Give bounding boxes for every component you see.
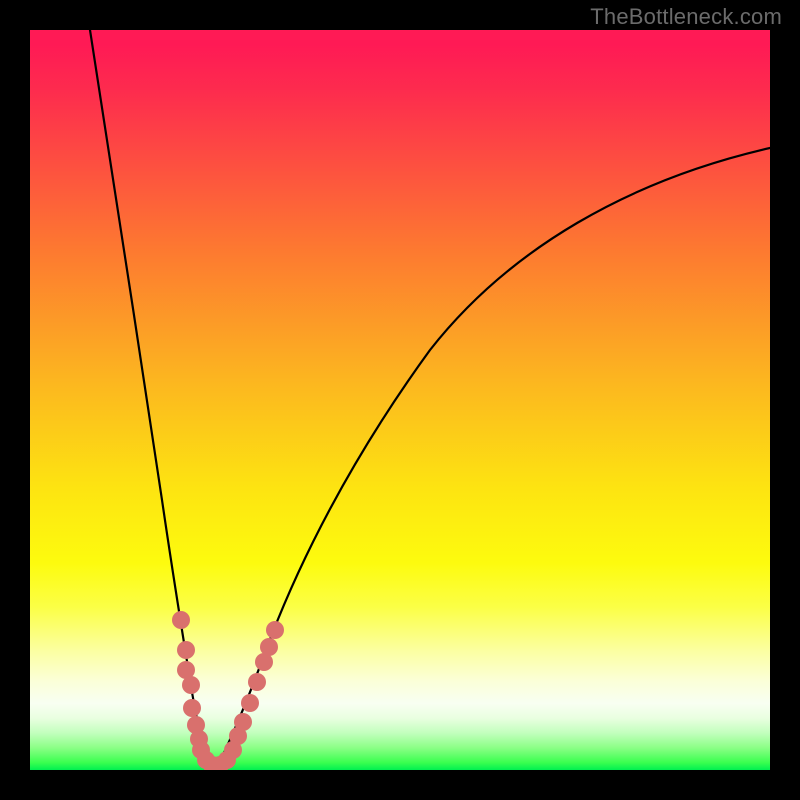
sample-dots [172,611,284,770]
dot [266,621,284,639]
bottleneck-curve-right [218,148,770,766]
dot [260,638,278,656]
dot [248,673,266,691]
dot [182,676,200,694]
dot [234,713,252,731]
watermark-text: TheBottleneck.com [590,4,782,30]
plot-area [30,30,770,770]
dot [177,641,195,659]
dot [183,699,201,717]
chart-svg [30,30,770,770]
dot [241,694,259,712]
chart-frame: TheBottleneck.com [0,0,800,800]
dot [172,611,190,629]
